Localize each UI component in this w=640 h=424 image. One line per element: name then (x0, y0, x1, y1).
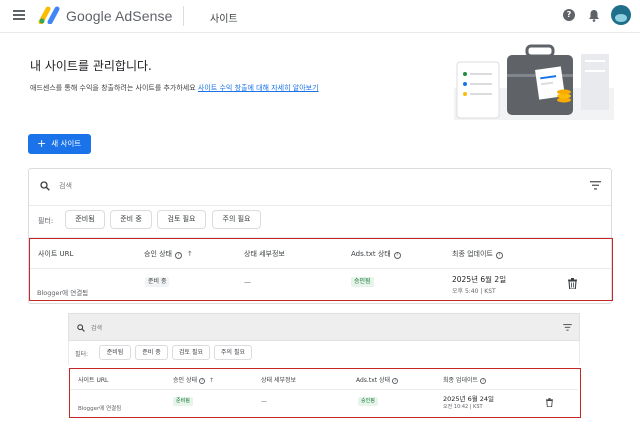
search-icon (77, 324, 85, 332)
search-input[interactable] (59, 179, 539, 193)
filter-chip-attention-needed[interactable]: 주의 필요 (214, 345, 252, 360)
app-title: Google AdSense (66, 8, 173, 24)
description-text: 애드센스를 통해 수익을 창출하려는 사이트를 추가하세요 (30, 84, 196, 92)
filter-icon[interactable] (563, 324, 572, 331)
adsense-logo-icon[interactable] (38, 6, 60, 24)
filter-chip-preparing[interactable]: 준비 중 (110, 210, 152, 229)
filter-chip-preparing[interactable]: 준비 중 (135, 345, 168, 360)
filter-label: 필터: (38, 217, 54, 225)
menu-icon[interactable] (13, 10, 25, 20)
bell-icon[interactable] (588, 9, 600, 22)
page-description: 애드센스를 통해 수익을 창출하려는 사이트를 추가하세요 사이트 수익 창출에… (30, 83, 319, 93)
filter-chip-ready[interactable]: 준비됨 (99, 345, 131, 360)
filter-label: 필터: (75, 351, 89, 358)
filter-chip-review-needed[interactable]: 검토 필요 (172, 345, 210, 360)
learn-more-link[interactable]: 사이트 수익 창출에 대해 자세히 알아보기 (198, 84, 319, 92)
filter-chip-attention-needed[interactable]: 주의 필요 (212, 210, 261, 229)
avatar[interactable] (611, 5, 631, 25)
highlight-box (29, 238, 613, 301)
filter-chip-ready[interactable]: 준비됨 (65, 210, 105, 229)
header-divider (183, 6, 184, 26)
search-icon (40, 181, 50, 191)
search-bar (68, 313, 580, 341)
filter-bar: 필터: 준비됨 준비 중 검토 필요 주의 필요 (68, 341, 580, 365)
plus-icon: + (37, 137, 47, 150)
new-site-label: 새 사이트 (51, 139, 82, 148)
page-title: 내 사이트를 관리합니다. (30, 59, 152, 73)
help-icon[interactable]: ? (563, 9, 575, 21)
filter-icon[interactable] (590, 181, 601, 190)
section-title: 사이트 (210, 14, 238, 25)
search-input[interactable] (91, 322, 391, 334)
top-app-bar: Google AdSense 사이트 ? (0, 0, 640, 33)
filter-chip-review-needed[interactable]: 검토 필요 (157, 210, 206, 229)
highlight-box (69, 368, 581, 418)
new-site-button[interactable]: + 새 사이트 (28, 134, 91, 154)
divider (29, 205, 611, 206)
briefcase-illustration-icon (454, 44, 614, 120)
